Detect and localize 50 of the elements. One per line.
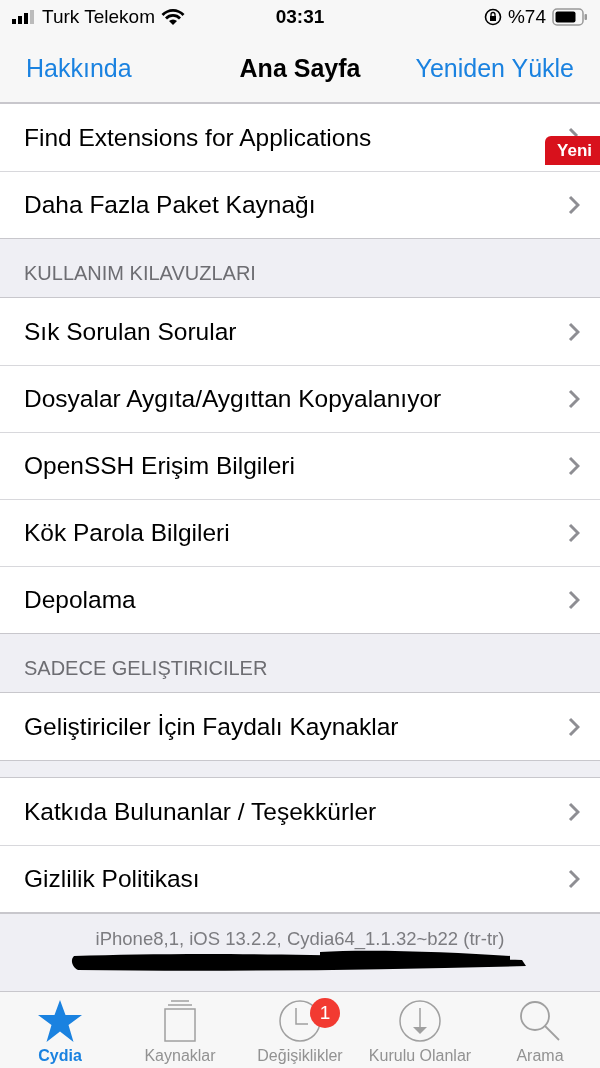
chevron-icon [568, 590, 580, 610]
chevron-icon [568, 389, 580, 409]
list-row[interactable]: OpenSSH Erişim Bilgileri [0, 432, 600, 499]
nav-title: Ana Sayfa [239, 53, 361, 83]
chevron-icon [568, 456, 580, 476]
list-row[interactable]: Find Extensions for Applications Yeni [0, 104, 600, 171]
chevron-icon [568, 195, 580, 215]
chevron-icon [568, 801, 580, 822]
list-row[interactable]: Kök Parola Bilgileri [0, 499, 600, 566]
chevron-icon [568, 321, 580, 342]
signal-icon [12, 10, 36, 24]
row-label: Daha Fazla Paket Kaynağı [24, 191, 317, 219]
tab[interactable]: Cydia [0, 992, 120, 1068]
about-link[interactable]: Hakkında [26, 53, 132, 82]
reload-link[interactable]: Yeniden Yükle [415, 53, 574, 82]
chevron-icon [568, 716, 580, 737]
tab[interactable]: Değişiklikler 1 [240, 992, 360, 1068]
list-row[interactable]: Daha Fazla Paket Kaynağı [0, 171, 600, 238]
row-label: Dosyalar Aygıta/Aygıttan Kopyalanıyor [24, 385, 443, 413]
battery-percent: %74 [507, 6, 546, 28]
rotation-lock-icon [483, 8, 502, 26]
row-label: Depolama [24, 586, 137, 614]
list-row[interactable]: Sık Sorulan Sorular [0, 298, 600, 365]
battery-icon [552, 8, 588, 26]
list-row[interactable]: Dosyalar Aygıta/Aygıttan Kopyalanıyor [0, 365, 600, 432]
wifi-icon [161, 8, 185, 26]
download-icon [398, 999, 442, 1043]
row-label: Katkıda Bulunanlar / Teşekkürler [24, 797, 378, 826]
section-header: KULLANIM KILAVUZLARI [24, 262, 256, 285]
status-time: 03:31 [274, 6, 326, 28]
new-ribbon: Yeni [545, 136, 600, 165]
row-label: Sık Sorulan Sorular [24, 317, 238, 346]
row-label: Kök Parola Bilgileri [24, 519, 231, 547]
list-row[interactable]: Geliştiriciler İçin Faydalı Kaynaklar [0, 693, 600, 760]
chevron-icon [568, 523, 580, 543]
section-header: SADECE GELIŞTIRICILER [24, 657, 268, 680]
list-row[interactable]: Depolama [0, 566, 600, 633]
star-icon [37, 999, 83, 1043]
row-label: Geliştiriciler İçin Faydalı Kaynaklar [24, 712, 400, 741]
row-label: Gizlilik Politikası [24, 865, 201, 893]
count-badge: 1 [310, 998, 340, 1028]
list-row[interactable]: Gizlilik Politikası [0, 845, 600, 912]
stack-icon [162, 999, 198, 1043]
version-info: iPhone8,1, iOS 13.2.2, Cydia64_1.1.32~b22 (tr-tr) [95, 928, 505, 950]
chevron-icon [568, 869, 580, 889]
list-row[interactable]: Katkıda Bulunanlar / Teşekkürler [0, 778, 600, 845]
search-icon [518, 999, 562, 1043]
row-label: OpenSSH Erişim Bilgileri [24, 452, 296, 480]
carrier-name: Turk Telekom [42, 6, 155, 28]
chevron-icon [568, 127, 580, 136]
